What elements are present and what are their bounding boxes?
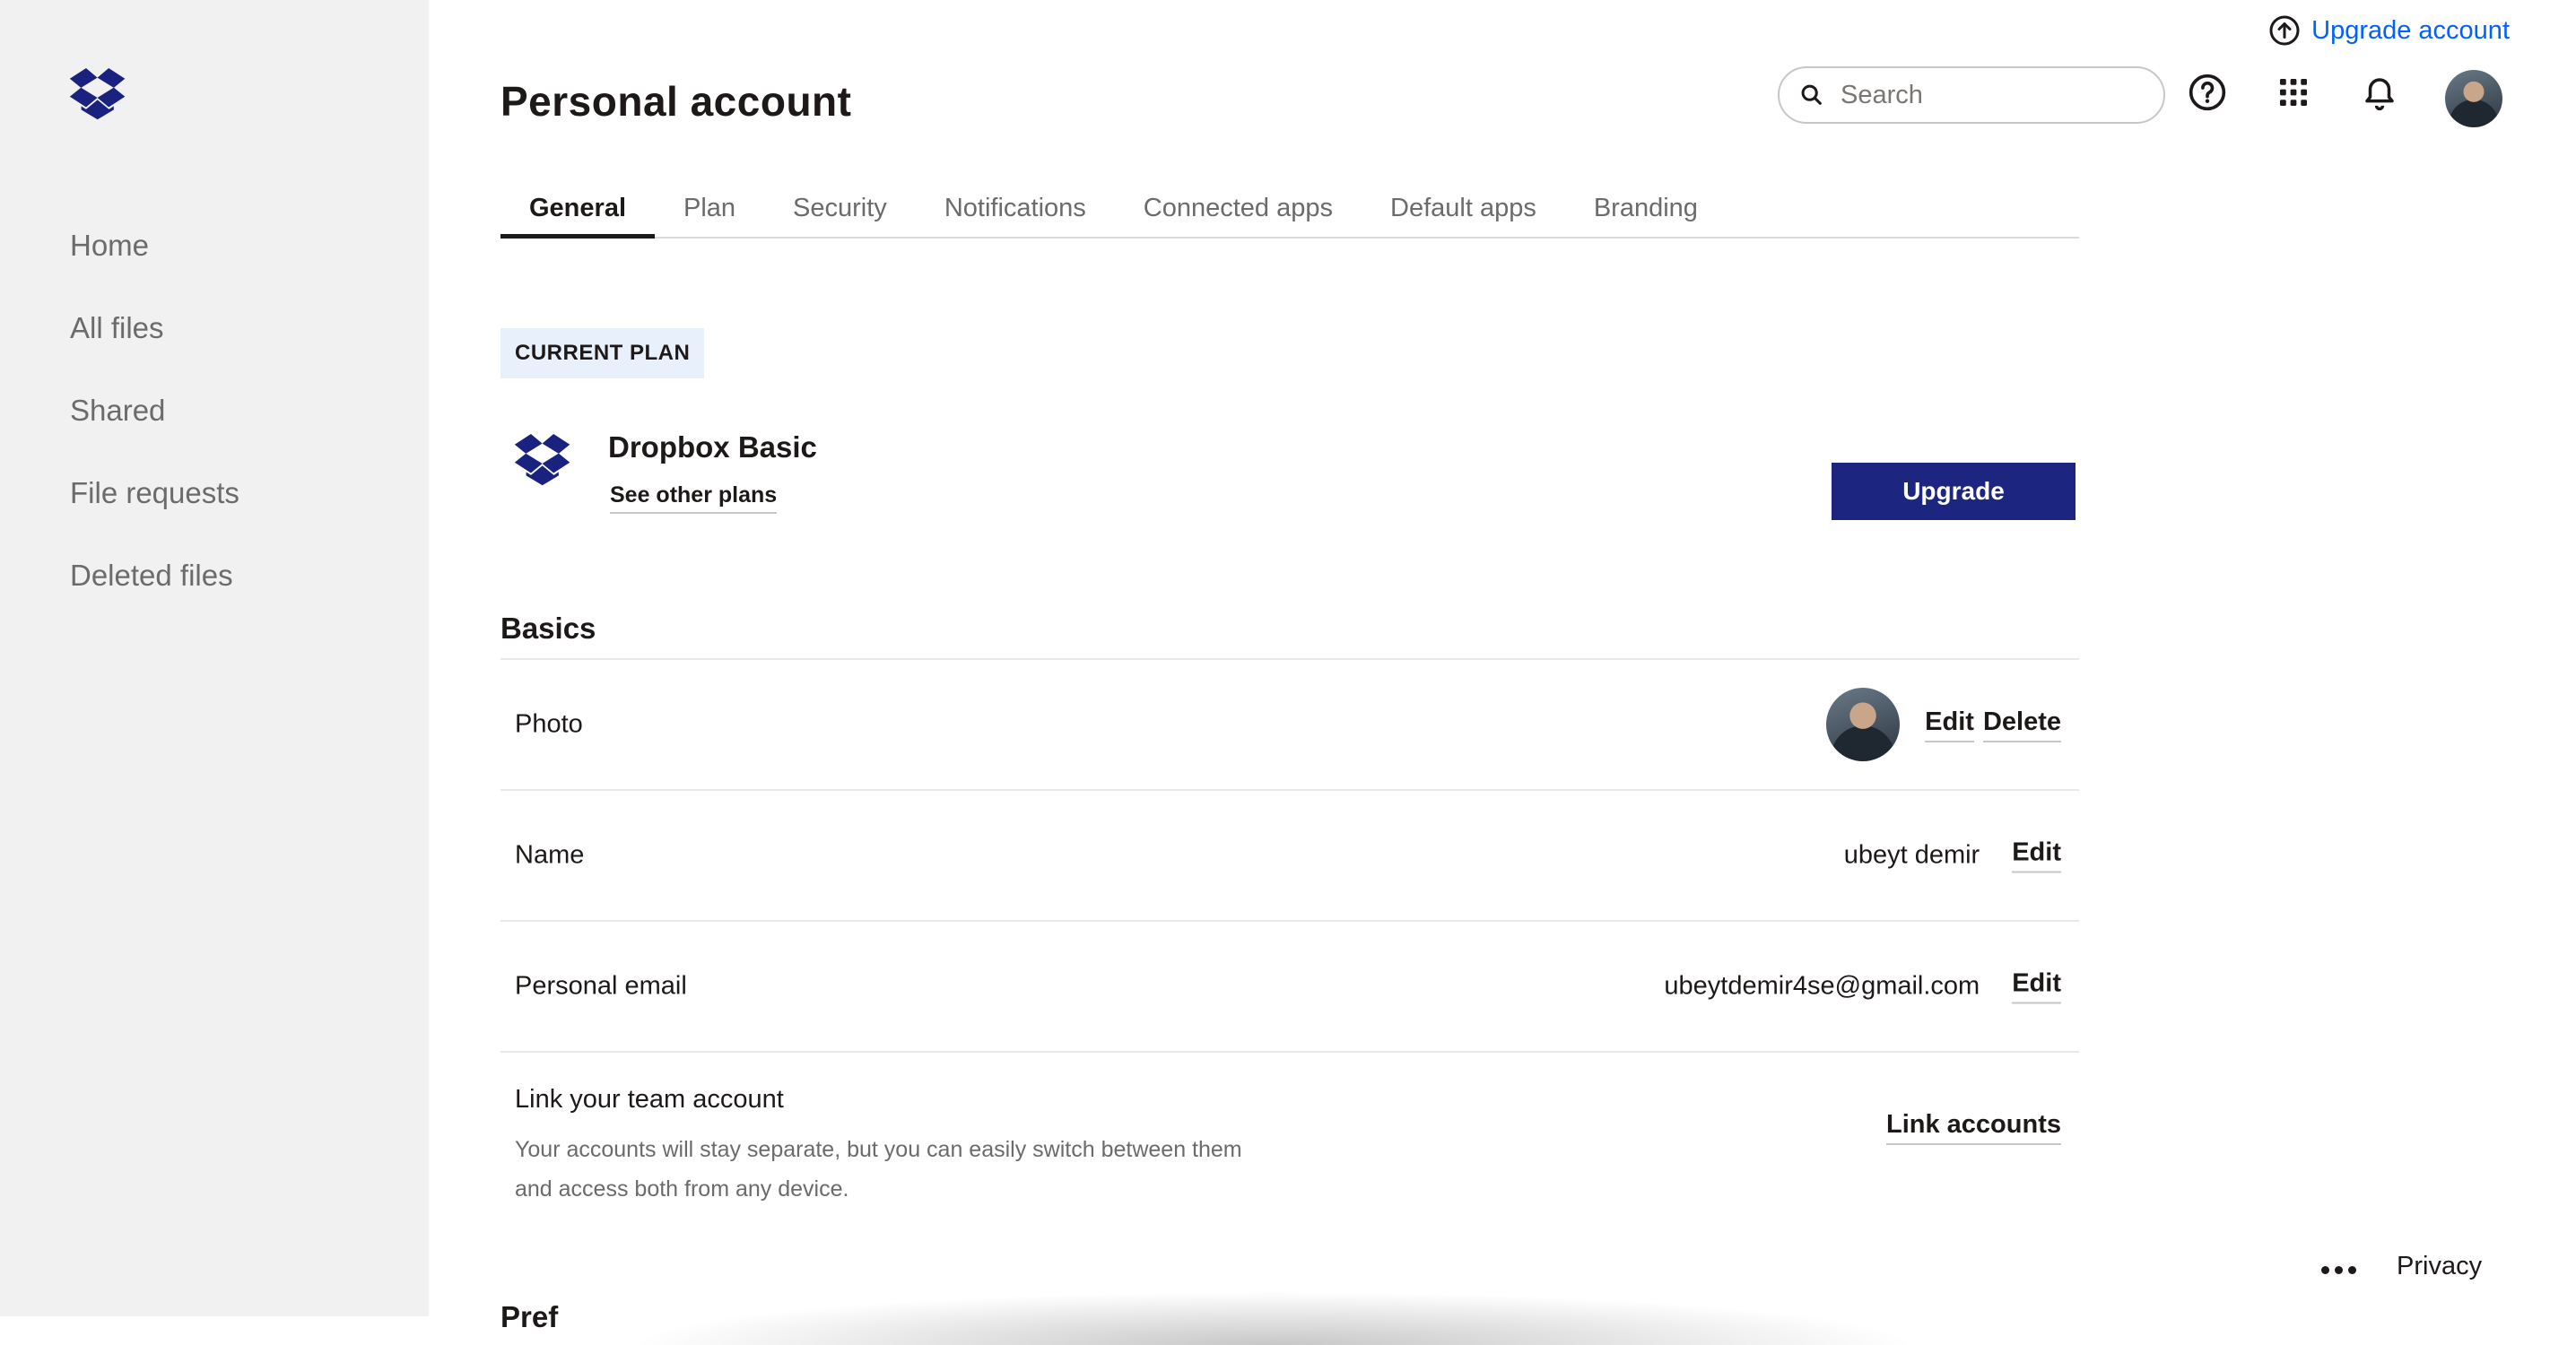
link-team-row: Link your team account Your accounts wil…: [500, 1051, 2079, 1221]
toast-shadow: [628, 1291, 1919, 1345]
bell-icon: [2365, 78, 2394, 111]
edit-email-button[interactable]: Edit: [2012, 969, 2061, 1004]
upgrade-account-label: Upgrade account: [2311, 15, 2510, 45]
page-title: Personal account: [500, 78, 852, 125]
plan-name: Dropbox Basic: [608, 430, 817, 464]
notifications-button[interactable]: [2357, 70, 2402, 115]
edit-photo-button[interactable]: Edit: [1925, 707, 1974, 742]
profile-photo: [1826, 688, 1901, 761]
link-team-label: Link your team account: [515, 1085, 784, 1114]
more-dot-icon: [2334, 1265, 2343, 1274]
help-icon: [2189, 74, 2226, 111]
tab-general[interactable]: General: [500, 179, 655, 239]
photo-label: Photo: [515, 709, 583, 739]
upgrade-button[interactable]: Upgrade: [1832, 463, 2076, 520]
apps-grid-icon: [2280, 79, 2307, 106]
tab-security[interactable]: Security: [764, 179, 916, 239]
tab-connected-apps[interactable]: Connected apps: [1115, 179, 1362, 239]
sidebar-item-all-files[interactable]: All files: [70, 303, 239, 386]
upgrade-account-link[interactable]: Upgrade account: [2268, 14, 2510, 47]
settings-tabs: General Plan Security Notifications Conn…: [500, 179, 2079, 239]
edit-name-button[interactable]: Edit: [2012, 838, 2061, 873]
next-section-heading: Pref: [500, 1300, 559, 1333]
see-other-plans-link[interactable]: See other plans: [610, 482, 778, 514]
name-label: Name: [515, 840, 585, 870]
link-accounts-button[interactable]: Link accounts: [1886, 1110, 2061, 1145]
more-dot-icon: [2320, 1265, 2329, 1274]
basics-list: Photo Edit Delete Name ubeyt demir Edit …: [500, 658, 2079, 1221]
more-options-button[interactable]: [2318, 1254, 2359, 1286]
link-team-description: Your accounts will stay separate, but yo…: [515, 1137, 1242, 1202]
search-input[interactable]: [1839, 79, 2135, 111]
tab-default-apps[interactable]: Default apps: [1362, 179, 1565, 239]
upgrade-arrow-icon: [2269, 15, 2300, 46]
account-avatar[interactable]: [2445, 70, 2502, 127]
sidebar-item-shared[interactable]: Shared: [70, 386, 239, 468]
email-label: Personal email: [515, 971, 687, 1001]
apps-button[interactable]: [2271, 70, 2316, 115]
search-box[interactable]: [1778, 66, 2165, 124]
sidebar-nav: Home All files Shared File requests Dele…: [70, 221, 239, 633]
dropbox-logo[interactable]: [68, 68, 127, 120]
photo-row: Photo Edit Delete: [500, 658, 2079, 789]
current-plan-badge: CURRENT PLAN: [500, 328, 705, 378]
sidebar-item-home[interactable]: Home: [70, 221, 239, 303]
search-icon: [1801, 84, 1822, 105]
email-value: ubeytdemir4se@gmail.com: [1664, 971, 1980, 1001]
sidebar-item-deleted-files[interactable]: Deleted files: [70, 551, 239, 633]
help-button[interactable]: [2185, 70, 2230, 115]
privacy-link[interactable]: Privacy: [2397, 1252, 2482, 1281]
tab-notifications[interactable]: Notifications: [916, 179, 1115, 239]
basics-heading: Basics: [500, 612, 596, 645]
sidebar: Home All files Shared File requests Dele…: [0, 0, 429, 1316]
name-value: ubeyt demir: [1843, 840, 1980, 870]
name-row: Name ubeyt demir Edit: [500, 789, 2079, 920]
dropbox-plan-logo: [514, 434, 570, 486]
tab-plan[interactable]: Plan: [655, 179, 764, 239]
sidebar-item-file-requests[interactable]: File requests: [70, 468, 239, 551]
more-dot-icon: [2347, 1265, 2356, 1274]
delete-photo-button[interactable]: Delete: [1982, 707, 2061, 742]
email-row: Personal email ubeytdemir4se@gmail.com E…: [500, 920, 2079, 1051]
tab-branding[interactable]: Branding: [1565, 179, 1727, 239]
